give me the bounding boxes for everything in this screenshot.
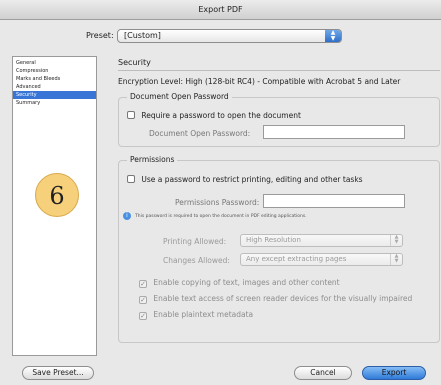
sidebar-item-compression[interactable]: Compression xyxy=(13,67,96,75)
changes-select-arrows-icon: ▲ ▼ xyxy=(390,254,402,265)
permissions-password-label: Permissions Password: xyxy=(175,198,260,207)
sidebar-item-security[interactable]: Security xyxy=(13,91,96,99)
enable-copying-checkbox[interactable]: ✓ xyxy=(139,280,147,288)
info-icon: i xyxy=(123,212,131,220)
enable-screen-reader-label: Enable text access of screen reader devi… xyxy=(153,294,413,303)
printing-allowed-label: Printing Allowed: xyxy=(163,237,227,246)
step-number-badge: 6 xyxy=(35,173,79,217)
export-button[interactable]: Export xyxy=(362,366,426,380)
printing-allowed-select[interactable]: High Resolution ▲ ▼ xyxy=(240,234,403,247)
encryption-level-text: Encryption Level: High (128-bit RC4) - C… xyxy=(118,77,401,86)
sidebar-item-marks-and-bleeds[interactable]: Marks and Bleeds xyxy=(13,75,96,83)
sidebar-item-advanced[interactable]: Advanced xyxy=(13,83,96,91)
preset-row: Preset: [Custom] ▲ ▼ xyxy=(0,29,441,45)
changes-allowed-value: Any except extracting pages xyxy=(246,255,347,263)
printing-allowed-value: High Resolution xyxy=(246,236,301,244)
changes-allowed-select[interactable]: Any except extracting pages ▲ ▼ xyxy=(240,253,403,266)
printing-select-arrows-icon: ▲ ▼ xyxy=(390,235,402,246)
enable-plaintext-checkbox[interactable]: ✓ xyxy=(139,312,147,320)
preset-select[interactable]: [Custom] ▲ ▼ xyxy=(117,29,342,43)
select-arrows-icon: ▲ ▼ xyxy=(325,30,341,42)
document-open-password-title: Document Open Password xyxy=(127,92,232,101)
permissions-title: Permissions xyxy=(127,155,178,164)
heading-divider xyxy=(118,70,440,71)
require-password-checkbox[interactable] xyxy=(127,111,135,119)
permissions-info-text: This password is required to open the do… xyxy=(135,214,307,219)
sidebar-item-general[interactable]: General xyxy=(13,59,96,67)
window-title: Export PDF xyxy=(0,0,441,20)
permissions-group: Permissions Use a password to restrict p… xyxy=(118,155,440,343)
enable-plaintext-label: Enable plaintext metadata xyxy=(153,310,254,319)
save-preset-button[interactable]: Save Preset... xyxy=(22,366,94,380)
cancel-button[interactable]: Cancel xyxy=(294,366,352,380)
restrict-password-label: Use a password to restrict printing, edi… xyxy=(141,175,363,184)
document-open-password-group: Document Open Password Require a passwor… xyxy=(118,92,440,147)
restrict-password-checkbox[interactable] xyxy=(127,175,135,183)
document-open-password-field[interactable] xyxy=(263,125,405,139)
preset-label: Preset: xyxy=(86,31,114,40)
panel-heading: Security xyxy=(118,58,151,67)
enable-copying-label: Enable copying of text, images and other… xyxy=(153,278,340,287)
enable-copying-row: ✓ Enable copying of text, images and oth… xyxy=(139,278,340,288)
preset-value: [Custom] xyxy=(124,31,161,40)
require-password-label: Require a password to open the document xyxy=(141,111,301,120)
require-password-row: Require a password to open the document xyxy=(127,111,301,121)
enable-plaintext-row: ✓ Enable plaintext metadata xyxy=(139,310,253,320)
sidebar-item-summary[interactable]: Summary xyxy=(13,99,96,107)
document-open-password-label: Document Open Password: xyxy=(149,129,251,138)
restrict-password-row: Use a password to restrict printing, edi… xyxy=(127,175,363,185)
enable-screen-reader-row: ✓ Enable text access of screen reader de… xyxy=(139,294,412,304)
changes-allowed-label: Changes Allowed: xyxy=(163,256,230,265)
enable-screen-reader-checkbox[interactable]: ✓ xyxy=(139,296,147,304)
permissions-password-field[interactable] xyxy=(263,194,405,208)
